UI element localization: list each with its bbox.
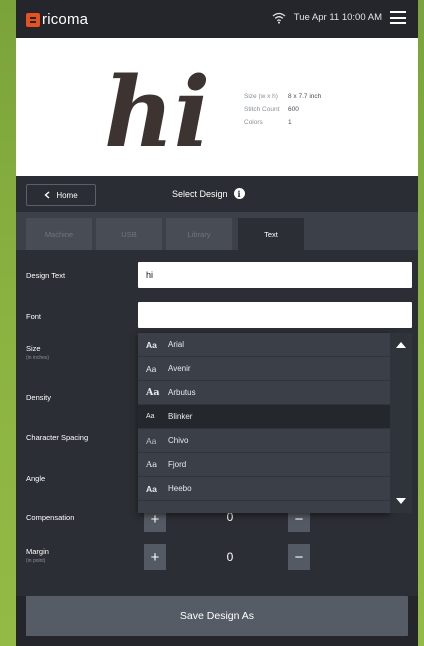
size-label: Size (in inches) bbox=[26, 344, 50, 361]
brand-name: ricoma bbox=[42, 11, 89, 28]
tab-library[interactable]: Library bbox=[166, 218, 232, 250]
design-preview-art: hi bbox=[104, 56, 210, 166]
tab-machine[interactable]: Machine bbox=[26, 218, 92, 250]
font-option-blinker[interactable]: Aa Blinker bbox=[138, 405, 390, 429]
brand-logo: ricoma bbox=[26, 11, 88, 28]
spec-size: Size (w x h) 8 x 7.7 inch bbox=[244, 93, 322, 100]
margin-value: 0 bbox=[226, 550, 234, 564]
font-option-arbutus[interactable]: Aa Arbutus bbox=[138, 381, 390, 405]
compensation-label: Compensation bbox=[26, 513, 75, 522]
margin-plus-button[interactable]: + bbox=[144, 544, 166, 570]
tab-text[interactable]: Text bbox=[238, 218, 304, 250]
margin-stepper: + 0 − bbox=[138, 544, 318, 570]
device-screen: ricoma Tue Apr 11 10:00 AM hi Size (w x … bbox=[16, 0, 418, 646]
font-option-chivo[interactable]: Aa Chivo bbox=[138, 429, 390, 453]
font-dropdown-list[interactable]: Aa Arial Aa Avenir Aa Arbutus Aa Blinker… bbox=[138, 333, 390, 513]
angle-label: Angle bbox=[26, 474, 46, 483]
font-dropdown-scrollbar[interactable] bbox=[390, 333, 412, 513]
font-input[interactable] bbox=[138, 302, 412, 328]
datetime-display: Tue Apr 11 10:00 AM bbox=[293, 12, 382, 23]
character-spacing-label: Character Spacing bbox=[26, 433, 89, 442]
page-title: Select Design i bbox=[172, 188, 245, 199]
size-sublabel: (in inches) bbox=[26, 355, 50, 361]
font-option-heebo[interactable]: Aa Heebo bbox=[138, 477, 390, 501]
margin-label: Margin (in point) bbox=[26, 547, 49, 564]
ricoma-logo-icon bbox=[26, 12, 40, 27]
design-preview-text: hi bbox=[104, 56, 210, 166]
scroll-up-arrow-icon[interactable] bbox=[396, 342, 406, 348]
info-icon[interactable]: i bbox=[233, 188, 245, 199]
design-text-input[interactable]: hi bbox=[138, 262, 412, 288]
font-option-arial[interactable]: Aa Arial bbox=[138, 333, 390, 357]
footer: Save Design As bbox=[16, 596, 418, 646]
tab-usb[interactable]: USB bbox=[96, 218, 162, 250]
density-label: Density bbox=[26, 393, 52, 402]
status-area: Tue Apr 11 10:00 AM bbox=[272, 11, 406, 24]
margin-sublabel: (in point) bbox=[26, 558, 46, 564]
font-option-fjord[interactable]: Aa Fjord bbox=[138, 453, 390, 477]
design-specs: Size (w x h) 8 x 7.7 inch Stitch Count 6… bbox=[244, 90, 321, 129]
source-tabs: Machine USB Library Text bbox=[16, 212, 418, 250]
home-button-label: Home bbox=[56, 190, 78, 200]
nav-bar: Home Select Design i bbox=[16, 176, 418, 212]
menu-icon[interactable] bbox=[390, 11, 406, 24]
spec-stitch-count: Stitch Count 600 bbox=[244, 106, 299, 113]
design-text-label: Design Text bbox=[26, 271, 66, 280]
scroll-down-arrow-icon[interactable] bbox=[396, 498, 406, 504]
save-design-as-button[interactable]: Save Design As bbox=[26, 596, 408, 636]
margin-minus-button[interactable]: − bbox=[288, 544, 310, 570]
home-button[interactable]: Home bbox=[26, 184, 96, 206]
chevron-left-icon bbox=[44, 191, 50, 199]
spec-colors: Colors 1 bbox=[244, 119, 292, 126]
wifi-icon bbox=[272, 12, 286, 24]
font-option-avenir[interactable]: Aa Avenir bbox=[138, 357, 390, 381]
top-bar: ricoma Tue Apr 11 10:00 AM bbox=[16, 0, 418, 38]
font-label: Font bbox=[26, 312, 42, 321]
design-preview: hi Size (w x h) 8 x 7.7 inch Stitch Coun… bbox=[16, 38, 418, 176]
